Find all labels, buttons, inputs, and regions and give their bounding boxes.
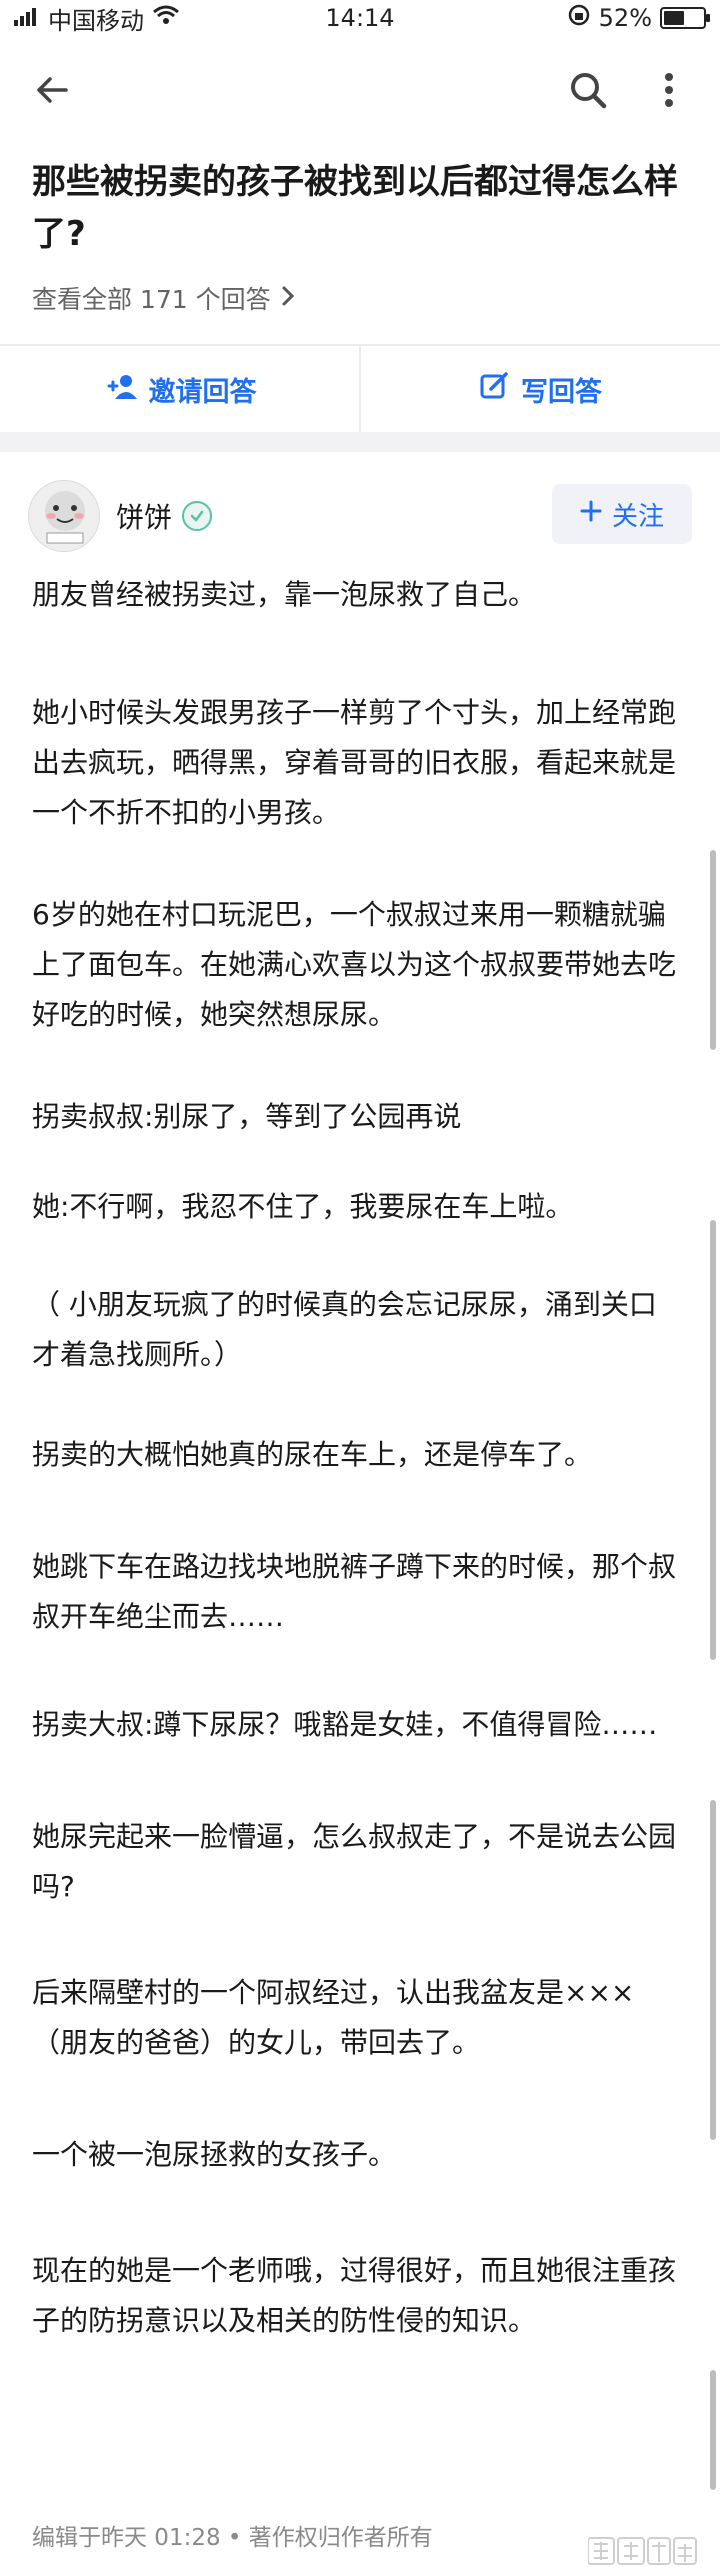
follow-button[interactable]: 关注 <box>552 484 692 544</box>
avatar[interactable] <box>28 480 100 552</box>
answer-paragraph: （ 小朋友玩疯了的时候真的会忘记尿尿，涌到关口才着急找厕所。） <box>32 1288 657 1371</box>
wifi-icon <box>152 4 180 32</box>
answer-paragraph: 她:不行啊，我忍不住了，我要尿在车上啦。 <box>32 1190 574 1223</box>
answer-paragraph: 她小时候头发跟男孩子一样剪了个寸头，加上经常跑出去疯玩，晒得黑，穿着哥哥的旧衣服… <box>32 696 677 829</box>
invite-answer-button[interactable]: 邀请回答 <box>0 346 359 432</box>
author-row: 饼饼 关注 <box>28 476 692 556</box>
watermark-logo <box>587 2536 698 2570</box>
answer-paragraph: 一个被一泡尿拯救的女孩子。 <box>32 2138 397 2171</box>
status-bar: 中国移动 14:14 52% <box>0 0 720 36</box>
top-bar <box>0 36 720 146</box>
signal-icon <box>14 4 40 32</box>
answer-paragraph: 后来隔壁村的一个阿叔经过，认出我盆友是×××（朋友的爸爸）的女儿，带回去了。 <box>32 1976 635 2059</box>
scrollbar[interactable] <box>710 1220 716 1660</box>
answer-actions: 邀请回答 写回答 <box>0 346 720 432</box>
answer-paragraph: 6岁的她在村口玩泥巴，一个叔叔过来用一颗糖就骗上了面包车。在她满心欢喜以为这个叔… <box>32 898 677 1031</box>
write-answer-button[interactable]: 写回答 <box>361 346 720 432</box>
edit-icon <box>479 371 509 408</box>
battery-percent: 52% <box>598 4 652 32</box>
back-arrow-icon[interactable] <box>20 58 84 122</box>
rotation-lock-icon <box>567 3 591 33</box>
add-user-icon <box>103 372 137 407</box>
answer-paragraph: 她尿完起来一脸懵逼，怎么叔叔走了，不是说去公园吗? <box>32 1820 677 1903</box>
follow-label: 关注 <box>611 501 664 532</box>
section-separator <box>0 432 720 452</box>
carrier-label: 中国移动 <box>48 6 144 35</box>
question-title[interactable]: 那些被拐卖的孩子被找到以后都过得怎么样了? <box>32 156 688 260</box>
battery-icon <box>660 7 710 29</box>
answer-paragraph: 拐卖叔叔:别尿了，等到了公园再说 <box>32 1100 462 1133</box>
view-all-answers-link[interactable]: 查看全部 171 个回答 <box>32 280 295 316</box>
answer-paragraph: 拐卖大叔:蹲下尿尿？哦豁是女娃，不值得冒险…… <box>32 1708 658 1741</box>
scrollbar[interactable] <box>710 850 716 1050</box>
search-icon[interactable] <box>556 58 620 122</box>
answer-paragraph: 她跳下车在路边找块地脱裤子蹲下来的时候，那个叔叔开车绝尘而去…… <box>32 1550 677 1633</box>
write-answer-label: 写回答 <box>521 376 602 408</box>
plus-icon <box>580 499 602 529</box>
answer-edit-info: 编辑于昨天 01:28 • 著作权归作者所有 <box>32 2525 433 2551</box>
view-all-answers-label: 查看全部 171 个回答 <box>32 285 271 314</box>
scrollbar[interactable] <box>710 2370 716 2490</box>
verified-badge-icon <box>182 501 213 531</box>
author-name[interactable]: 饼饼 <box>116 496 172 536</box>
invite-answer-label: 邀请回答 <box>148 376 257 408</box>
scrollbar[interactable] <box>710 1800 716 2140</box>
more-options-icon[interactable] <box>644 58 694 122</box>
answer-paragraph: 朋友曾经被拐卖过，靠一泡尿救了自己。 <box>32 578 537 611</box>
answer-paragraph: 现在的她是一个老师哦，过得很好，而且她很注重孩子的防拐意识以及相关的防性侵的知识… <box>32 2254 677 2337</box>
answer-paragraph: 拐卖的大概怕她真的尿在车上，还是停车了。 <box>32 1438 593 1471</box>
chevron-right-icon <box>281 284 295 313</box>
